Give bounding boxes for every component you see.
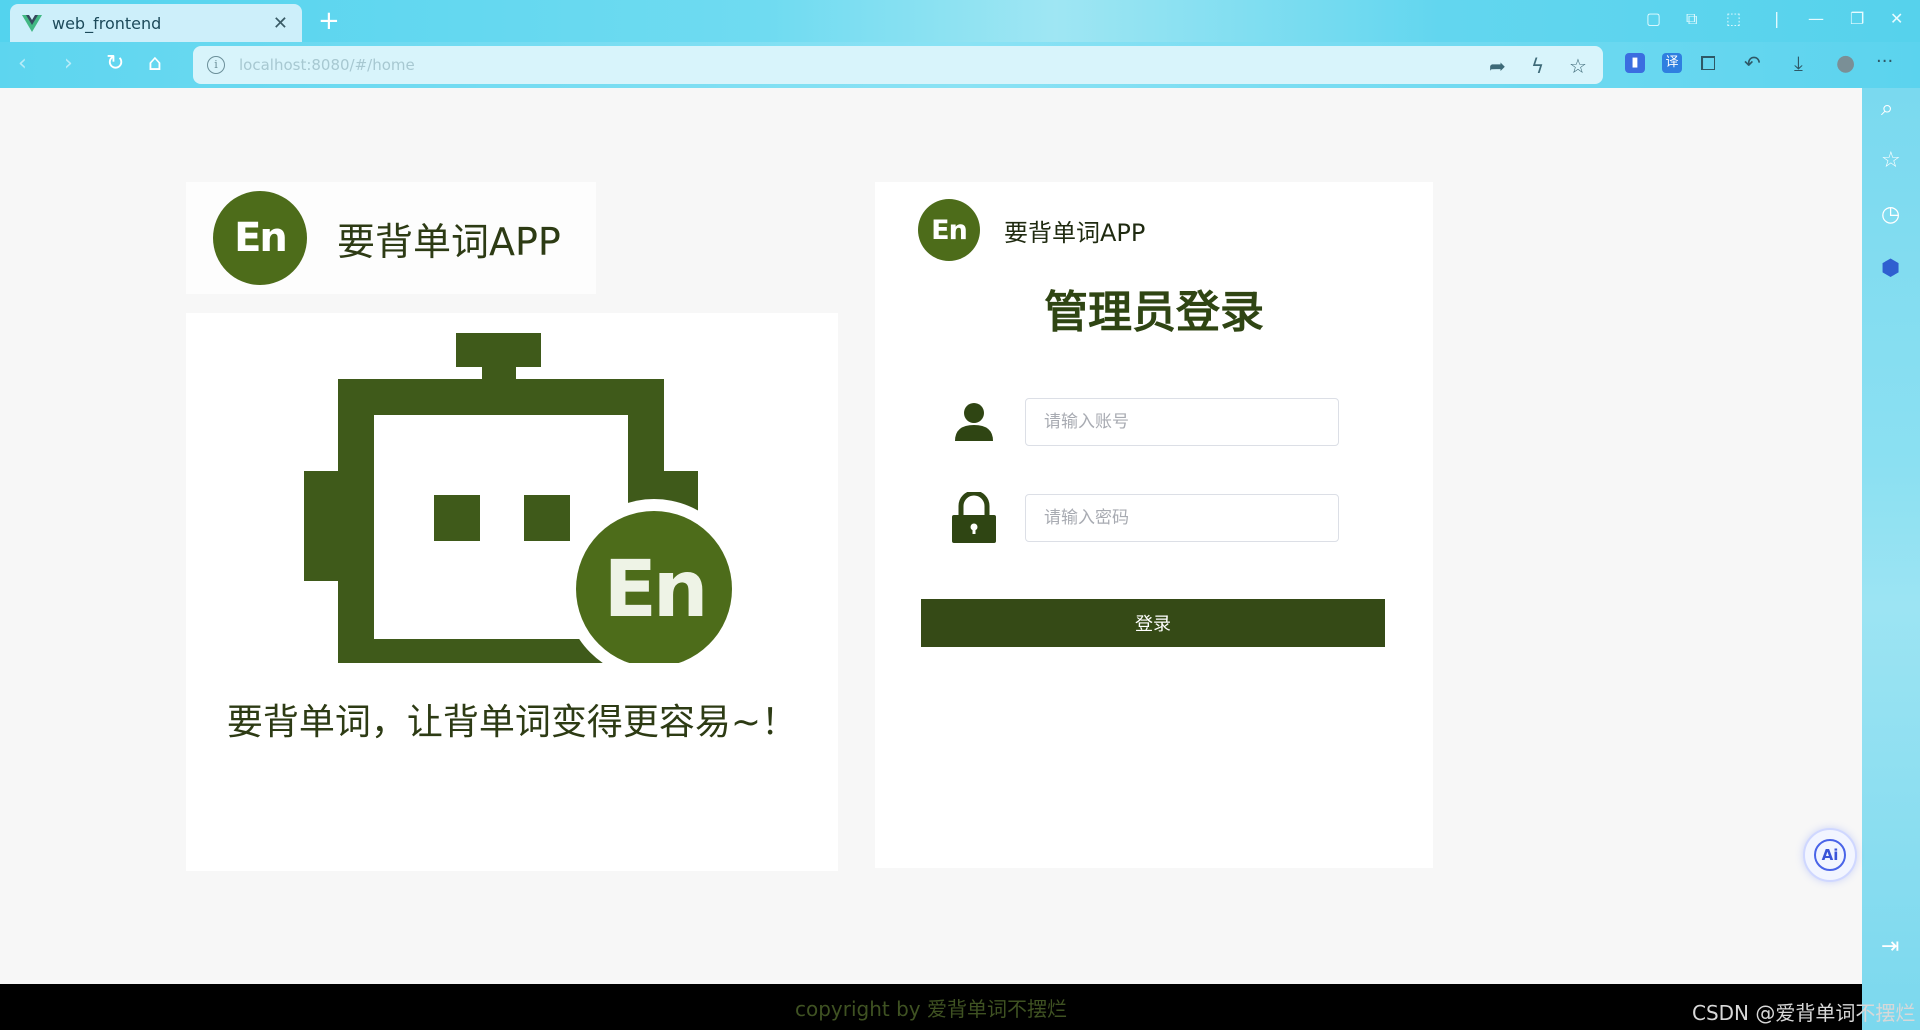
forward-icon[interactable]: › — [64, 51, 73, 76]
url-text[interactable]: localhost:8080/#/home — [239, 56, 415, 74]
login-logo: En — [918, 199, 980, 261]
sidebar-app-icon[interactable]: ⬢ — [1881, 256, 1900, 281]
password-input[interactable] — [1025, 494, 1339, 542]
login-app-name: 要背单词APP — [1004, 218, 1146, 247]
profile-avatar-icon[interactable]: ● — [1836, 51, 1855, 76]
robot-antenna-top — [456, 333, 541, 367]
hero-illustration-card: En 要背单词，让背单词变得更容易~！ — [186, 313, 838, 871]
ai-assistant-button[interactable]: Ai — [1803, 828, 1857, 882]
lock-icon — [950, 492, 998, 544]
user-icon — [950, 396, 998, 448]
login-header: En 要背单词APP — [918, 199, 1145, 261]
address-bar[interactable]: i localhost:8080/#/home ➦ ϟ ☆ — [193, 46, 1603, 84]
robot-mascot-illustration: En — [304, 333, 744, 663]
browser-tab[interactable]: web_frontend ✕ — [10, 4, 302, 42]
robot-eye-right — [524, 495, 570, 541]
page-footer: copyright by 爱背单词不摆烂 — [0, 984, 1862, 1030]
vue-favicon-icon — [22, 15, 42, 32]
close-window-icon[interactable]: ✕ — [1890, 9, 1903, 28]
sidebar-history-icon[interactable]: ◷ — [1881, 202, 1900, 227]
share-icon[interactable]: ➦ — [1489, 54, 1506, 78]
site-info-icon[interactable]: i — [207, 56, 225, 74]
translate-extension-icon[interactable]: 译 — [1662, 53, 1682, 73]
robot-eye-left — [434, 495, 480, 541]
home-icon[interactable]: ⌂ — [148, 51, 162, 76]
reload-icon[interactable]: ↻ — [106, 51, 124, 76]
csdn-watermark: CSDN @爱背单词不摆烂 — [1692, 1001, 1916, 1025]
download-icon[interactable]: ⤓ — [1794, 51, 1803, 75]
back-icon[interactable]: ‹ — [18, 51, 27, 76]
copyright-text: copyright by 爱背单词不摆烂 — [794, 996, 1067, 1021]
new-tab-button[interactable]: + — [318, 6, 340, 36]
sidebar-search-icon[interactable]: ⌕ — [1881, 96, 1893, 121]
username-row — [950, 396, 1339, 448]
browser-sidebar: ⌕ ☆ ◷ ⬢ ⇥ — [1862, 88, 1920, 1030]
login-card: En 要背单词APP 管理员登录 请输入账号 登录 — [875, 182, 1433, 868]
en-badge-text: En — [604, 545, 705, 635]
lightning-icon[interactable]: ϟ — [1531, 54, 1544, 78]
extensions-puzzle-icon[interactable]: ⬚ — [1726, 9, 1741, 28]
app-logo: En — [213, 191, 307, 285]
extension-shield-icon[interactable]: ▮ — [1625, 53, 1645, 73]
close-tab-icon[interactable]: ✕ — [273, 13, 288, 34]
hero-slogan: 要背单词，让背单词变得更容易~！ — [226, 702, 798, 743]
browser-tab-bar: web_frontend ✕ + ▢ ⧉ ⬚ | — ❐ ✕ — [0, 0, 1920, 42]
browser-toolbar: ‹ › ↻ ⌂ i localhost:8080/#/home ➦ ϟ ☆ ▮ … — [0, 42, 1920, 88]
sidebar-collapse-icon[interactable]: ⇥ — [1881, 934, 1899, 959]
brand-name: 要背单词APP — [337, 219, 561, 264]
login-button[interactable]: 登录 — [921, 599, 1385, 647]
undo-close-icon[interactable]: ↶ — [1744, 51, 1761, 75]
more-menu-icon[interactable]: ··· — [1876, 51, 1893, 72]
page-content: En 要背单词APP En 要背单词，让背单词变得更容易~！ En 要背单词AP… — [0, 88, 1862, 984]
brand-card: En 要背单词APP — [186, 182, 596, 294]
bookmark-star-icon[interactable]: ☆ — [1569, 54, 1587, 78]
username-input[interactable] — [1025, 398, 1339, 446]
collections-icon[interactable]: ⧉ — [1686, 9, 1697, 29]
ai-icon: Ai — [1814, 839, 1846, 871]
separator-icon: | — [1774, 9, 1780, 28]
extensions-icon[interactable]: ⧠ — [1700, 51, 1716, 75]
robot-ear-left — [304, 471, 338, 581]
tab-grid-icon[interactable]: ▢ — [1646, 9, 1661, 28]
restore-icon[interactable]: ❐ — [1850, 9, 1864, 28]
password-row — [950, 492, 1339, 544]
login-title: 管理员登录 — [1044, 287, 1264, 338]
tab-title: web_frontend — [52, 13, 162, 33]
minimize-icon[interactable]: — — [1808, 9, 1824, 28]
sidebar-favorites-icon[interactable]: ☆ — [1881, 148, 1901, 173]
